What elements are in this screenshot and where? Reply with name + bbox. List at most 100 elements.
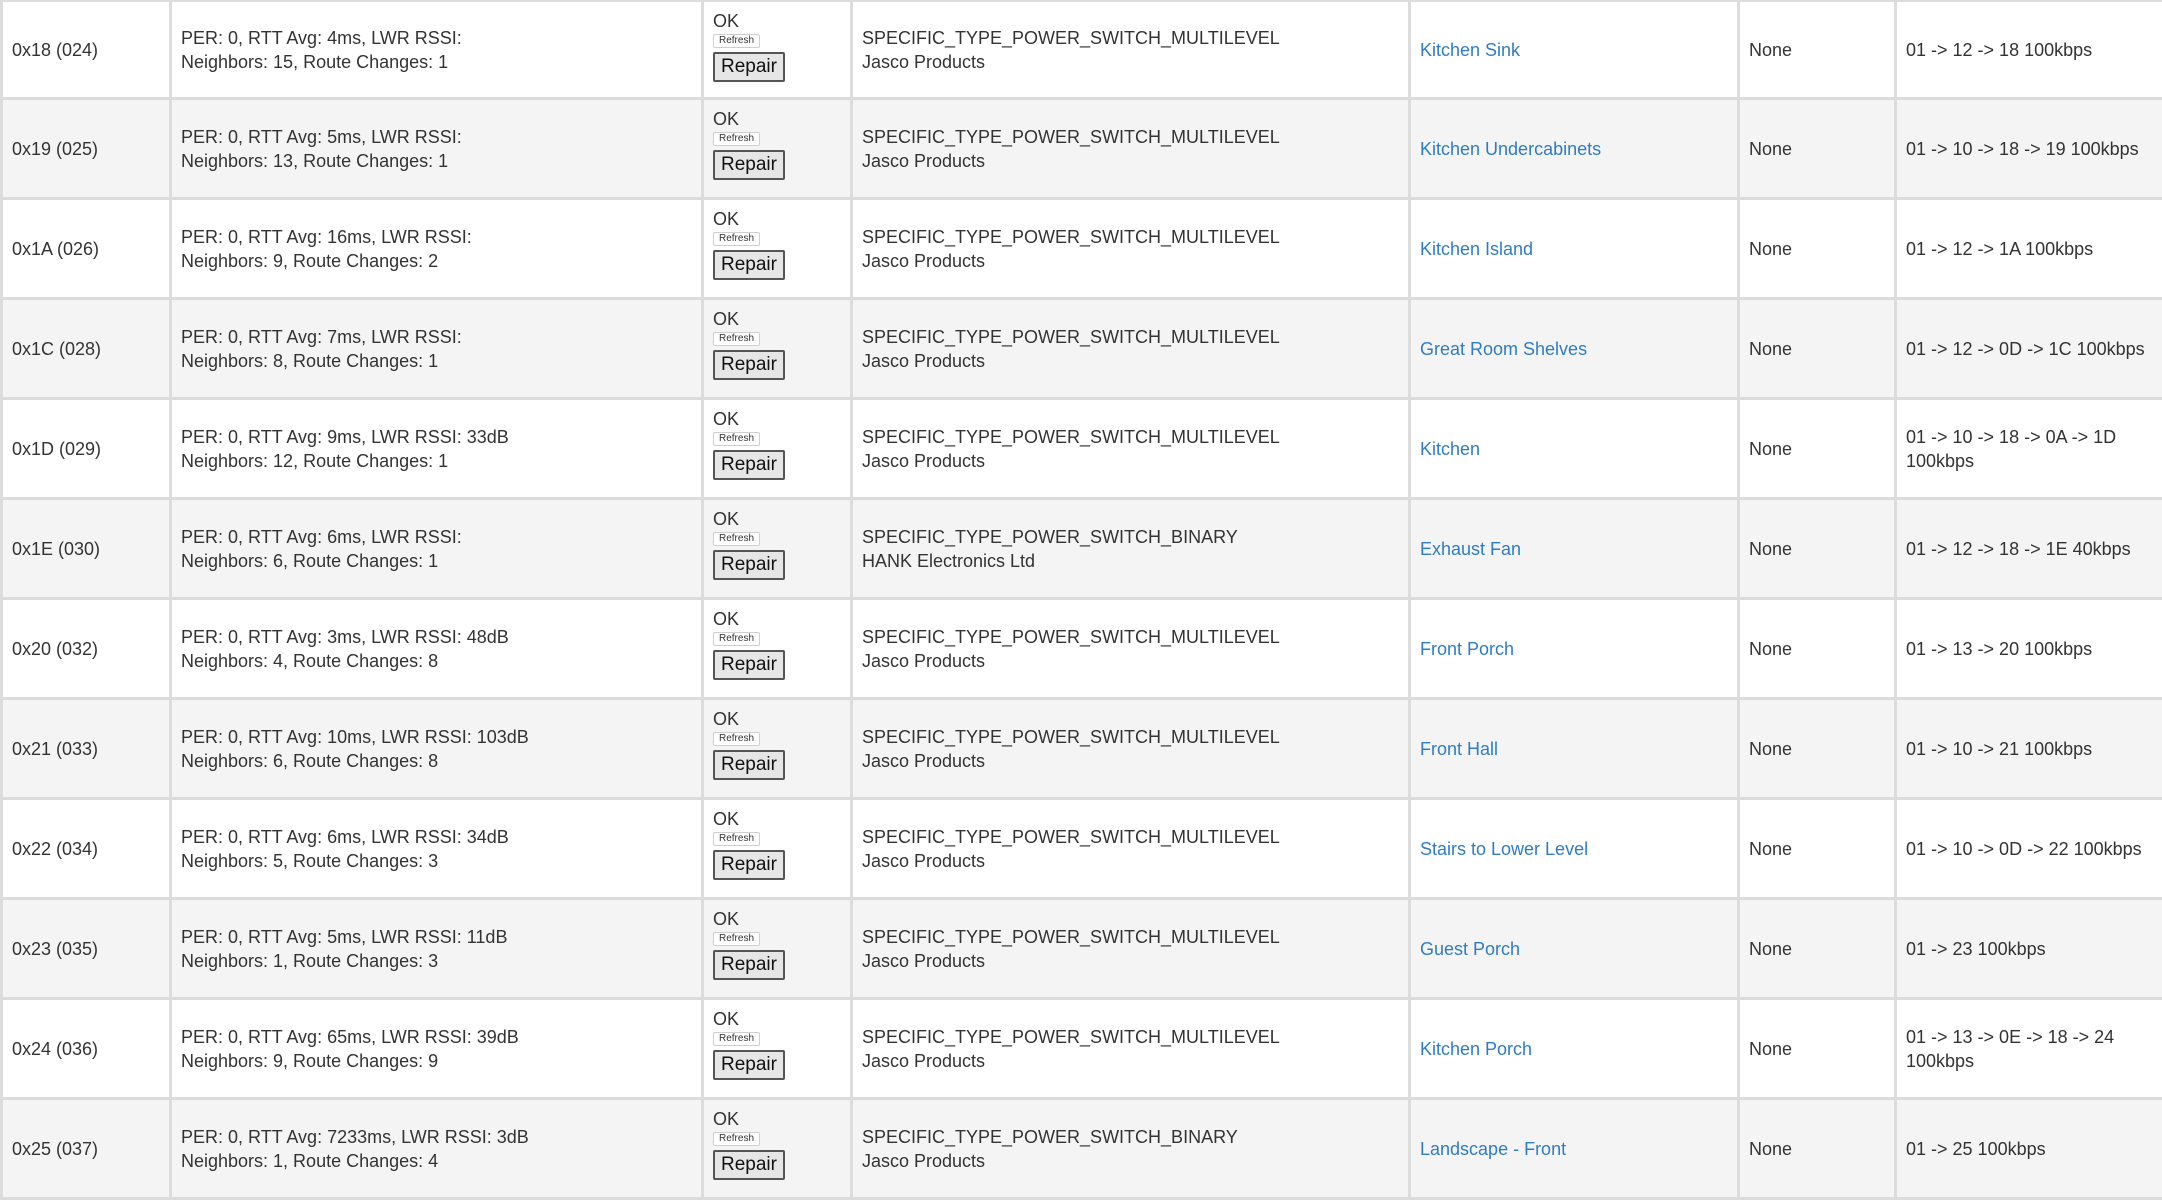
device-name-link[interactable]: Exhaust Fan (1420, 537, 1737, 561)
device-type: SPECIFIC_TYPE_POWER_SWITCH_MULTILEVEL (862, 226, 1280, 247)
refresh-button[interactable]: Refresh (713, 332, 761, 346)
device-name-link[interactable]: Stairs to Lower Level (1420, 837, 1737, 861)
refresh-button[interactable]: Refresh (713, 632, 761, 646)
device-id-cell: 0x1A (026) (0, 200, 169, 297)
device-type: SPECIFIC_TYPE_POWER_SWITCH_BINARY (862, 1126, 1238, 1147)
route-value: 01 -> 10 -> 0D -> 22 100kbps (1906, 838, 2142, 859)
device-name-link[interactable]: Kitchen Sink (1420, 38, 1737, 62)
refresh-button[interactable]: Refresh (713, 34, 761, 48)
device-id: 0x1C (028) (12, 338, 102, 359)
device-stats-cell: PER: 0, RTT Avg: 3ms, LWR RSSI: 48dB Nei… (169, 600, 701, 697)
device-stats-cell: PER: 0, RTT Avg: 7233ms, LWR RSSI: 3dB N… (169, 1100, 701, 1197)
device-id: 0x21 (033) (12, 738, 99, 759)
device-manufacturer: Jasco Products (862, 150, 986, 171)
repair-button[interactable]: Repair (713, 350, 785, 380)
device-type-cell: SPECIFIC_TYPE_POWER_SWITCH_MULTILEVEL Ja… (850, 400, 1408, 497)
table-row: 0x1A (026) PER: 0, RTT Avg: 16ms, LWR RS… (0, 200, 2162, 300)
device-id: 0x20 (032) (12, 638, 99, 659)
security-value: None (1749, 238, 1793, 259)
stats-line-2: Neighbors: 9, Route Changes: 2 (181, 250, 439, 271)
device-stats-cell: PER: 0, RTT Avg: 16ms, LWR RSSI: Neighbo… (169, 200, 701, 297)
device-type-cell: SPECIFIC_TYPE_POWER_SWITCH_MULTILEVEL Ja… (850, 300, 1408, 397)
repair-button[interactable]: Repair (713, 950, 785, 980)
stats-line-1: PER: 0, RTT Avg: 5ms, LWR RSSI: (181, 126, 462, 147)
stats-line-2: Neighbors: 1, Route Changes: 4 (181, 1150, 439, 1171)
refresh-button[interactable]: Refresh (713, 732, 761, 746)
route-value: 01 -> 12 -> 18 100kbps (1906, 39, 2093, 60)
device-type-cell: SPECIFIC_TYPE_POWER_SWITCH_MULTILEVEL Ja… (850, 800, 1408, 897)
route-value: 01 -> 10 -> 18 -> 19 100kbps (1906, 138, 2139, 159)
device-route-cell: 01 -> 25 100kbps (1894, 1100, 2162, 1197)
table-row: 0x18 (024) PER: 0, RTT Avg: 4ms, LWR RSS… (0, 0, 2162, 100)
repair-button[interactable]: Repair (713, 850, 785, 880)
repair-button[interactable]: Repair (713, 750, 785, 780)
device-name-link[interactable]: Kitchen Undercabinets (1420, 137, 1737, 161)
device-manufacturer: Jasco Products (862, 51, 986, 72)
device-type: SPECIFIC_TYPE_POWER_SWITCH_MULTILEVEL (862, 826, 1280, 847)
security-value: None (1749, 538, 1793, 559)
device-type: SPECIFIC_TYPE_POWER_SWITCH_MULTILEVEL (862, 326, 1280, 347)
device-status-cell: OK Refresh Repair (701, 100, 850, 197)
device-name-link[interactable]: Great Room Shelves (1420, 337, 1737, 361)
device-name-link[interactable]: Front Porch (1420, 637, 1737, 661)
refresh-button[interactable]: Refresh (713, 132, 761, 146)
refresh-button[interactable]: Refresh (713, 232, 761, 246)
device-name-link[interactable]: Kitchen Island (1420, 237, 1737, 261)
refresh-button[interactable]: Refresh (713, 1132, 761, 1146)
device-name-cell: Kitchen Island (1408, 200, 1737, 297)
device-type-cell: SPECIFIC_TYPE_POWER_SWITCH_BINARY Jasco … (850, 1100, 1408, 1197)
stats-line-1: PER: 0, RTT Avg: 7ms, LWR RSSI: (181, 326, 462, 347)
device-security-cell: None (1737, 600, 1894, 697)
stats-line-2: Neighbors: 6, Route Changes: 8 (181, 750, 439, 771)
repair-button[interactable]: Repair (713, 150, 785, 180)
device-stats-cell: PER: 0, RTT Avg: 5ms, LWR RSSI: 11dB Nei… (169, 900, 701, 997)
stats-line-1: PER: 0, RTT Avg: 16ms, LWR RSSI: (181, 226, 472, 247)
refresh-button[interactable]: Refresh (713, 1032, 761, 1046)
device-name-link[interactable]: Kitchen (1420, 437, 1737, 461)
device-id-cell: 0x23 (035) (0, 900, 169, 997)
route-value: 01 -> 13 -> 20 100kbps (1906, 638, 2093, 659)
security-value: None (1749, 1138, 1793, 1159)
status-text: OK (713, 309, 740, 329)
device-security-cell: None (1737, 100, 1894, 197)
repair-button[interactable]: Repair (713, 1150, 785, 1180)
repair-button[interactable]: Repair (713, 1050, 785, 1080)
device-name-link[interactable]: Kitchen Porch (1420, 1037, 1737, 1061)
route-value: 01 -> 23 100kbps (1906, 938, 2046, 959)
device-name-link[interactable]: Landscape - Front (1420, 1137, 1737, 1161)
refresh-button[interactable]: Refresh (713, 432, 761, 446)
device-stats-cell: PER: 0, RTT Avg: 10ms, LWR RSSI: 103dB N… (169, 700, 701, 797)
device-stats-cell: PER: 0, RTT Avg: 6ms, LWR RSSI: Neighbor… (169, 500, 701, 597)
repair-button[interactable]: Repair (713, 450, 785, 480)
device-status-cell: OK Refresh Repair (701, 2, 850, 97)
refresh-button[interactable]: Refresh (713, 532, 761, 546)
device-id-cell: 0x18 (024) (0, 2, 169, 97)
device-security-cell: None (1737, 1000, 1894, 1097)
repair-button[interactable]: Repair (713, 250, 785, 280)
device-security-cell: None (1737, 400, 1894, 497)
repair-button[interactable]: Repair (713, 650, 785, 680)
device-status-cell: OK Refresh Repair (701, 800, 850, 897)
device-type: SPECIFIC_TYPE_POWER_SWITCH_MULTILEVEL (862, 626, 1280, 647)
device-manufacturer: Jasco Products (862, 950, 986, 971)
security-value: None (1749, 1038, 1793, 1059)
status-text: OK (713, 409, 740, 429)
device-id: 0x1D (029) (12, 438, 102, 459)
security-value: None (1749, 738, 1793, 759)
device-type-cell: SPECIFIC_TYPE_POWER_SWITCH_MULTILEVEL Ja… (850, 600, 1408, 697)
device-id: 0x18 (024) (12, 39, 99, 60)
device-id-cell: 0x1E (030) (0, 500, 169, 597)
device-name-link[interactable]: Front Hall (1420, 737, 1737, 761)
device-stats-cell: PER: 0, RTT Avg: 7ms, LWR RSSI: Neighbor… (169, 300, 701, 397)
device-name-link[interactable]: Guest Porch (1420, 937, 1737, 961)
device-id: 0x24 (036) (12, 1038, 99, 1059)
refresh-button[interactable]: Refresh (713, 932, 761, 946)
device-id: 0x1A (026) (12, 238, 100, 259)
device-route-cell: 01 -> 12 -> 1A 100kbps (1894, 200, 2162, 297)
device-status-cell: OK Refresh Repair (701, 900, 850, 997)
repair-button[interactable]: Repair (713, 52, 785, 82)
refresh-button[interactable]: Refresh (713, 832, 761, 846)
device-status-cell: OK Refresh Repair (701, 500, 850, 597)
repair-button[interactable]: Repair (713, 550, 785, 580)
device-id: 0x22 (034) (12, 838, 99, 859)
